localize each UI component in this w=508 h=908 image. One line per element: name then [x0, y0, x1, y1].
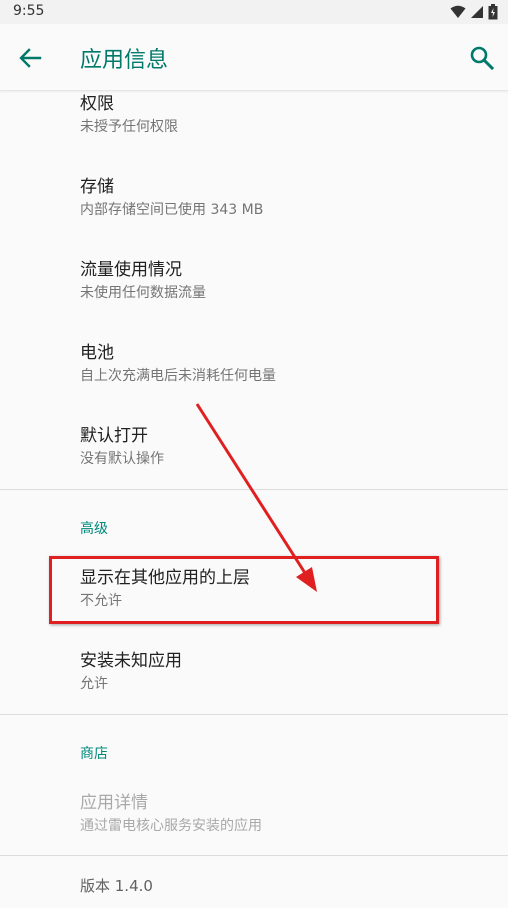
item-title: 应用详情 [80, 793, 148, 813]
item-subtitle: 未使用任何数据流量 [80, 285, 206, 301]
version-item: 版本 1.4.0 [80, 874, 480, 896]
version-text: 版本 1.4.0 [80, 877, 153, 895]
item-title: 存储 [80, 177, 114, 197]
battery-icon [488, 4, 498, 20]
storage-item[interactable]: 存储 内部存储空间已使用 343 MB [80, 176, 480, 220]
open-by-default-item[interactable]: 默认打开 没有默认操作 [80, 425, 480, 469]
back-arrow-icon[interactable] [16, 44, 44, 72]
item-subtitle: 未授予任何权限 [80, 119, 178, 135]
search-icon[interactable] [468, 44, 496, 72]
divider [0, 714, 508, 715]
section-header-store: 商店 [80, 746, 108, 762]
item-subtitle: 通过雷电核心服务安装的应用 [80, 818, 262, 834]
signal-icon [471, 6, 483, 18]
wifi-icon [450, 5, 466, 18]
item-subtitle: 内部存储空间已使用 343 MB [80, 202, 264, 218]
item-title: 安装未知应用 [80, 651, 182, 671]
status-time: 9:55 [13, 3, 45, 19]
battery-item[interactable]: 电池 自上次充满电后未消耗任何电量 [80, 342, 480, 386]
divider [0, 855, 508, 856]
section-header-advanced: 高级 [80, 521, 108, 537]
item-title: 电池 [80, 343, 114, 363]
item-subtitle: 允许 [80, 676, 108, 692]
status-bar: 9:55 [0, 0, 508, 24]
annotation-highlight-box [49, 556, 439, 624]
app-bar: 应用信息 [0, 24, 508, 91]
status-icons [450, 4, 498, 20]
install-unknown-apps-item[interactable]: 安装未知应用 允许 [80, 650, 480, 694]
permissions-item[interactable]: 权限 未授予任何权限 [80, 93, 480, 137]
item-subtitle: 没有默认操作 [80, 451, 164, 467]
page-title: 应用信息 [80, 48, 169, 73]
item-title: 默认打开 [80, 426, 148, 446]
item-title: 流量使用情况 [80, 260, 182, 280]
item-title: 权限 [80, 94, 114, 114]
data-usage-item[interactable]: 流量使用情况 未使用任何数据流量 [80, 259, 480, 303]
app-details-item: 应用详情 通过雷电核心服务安装的应用 [80, 792, 480, 836]
divider [0, 489, 508, 490]
item-subtitle: 自上次充满电后未消耗任何电量 [80, 368, 276, 384]
